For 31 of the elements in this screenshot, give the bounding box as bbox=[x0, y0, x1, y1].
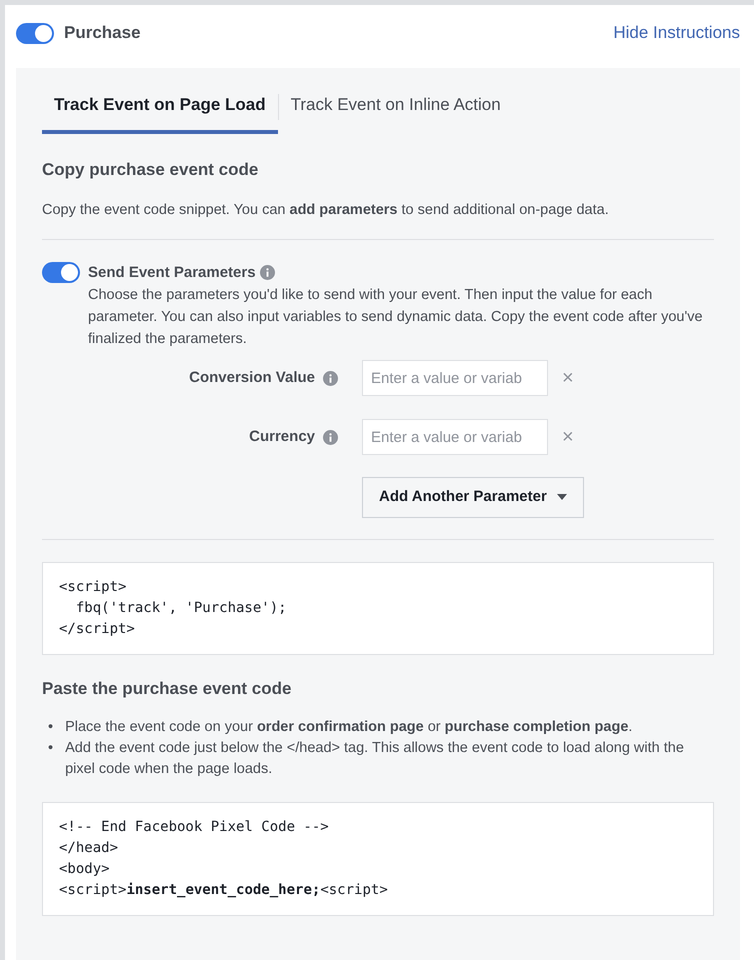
info-icon[interactable] bbox=[260, 265, 275, 280]
input-field[interactable]: Enter a value or variab bbox=[362, 419, 548, 456]
input-field[interactable]: Enter a value or variab bbox=[362, 360, 548, 396]
tab[interactable]: Track Event on Inline Action bbox=[278, 88, 513, 134]
code-line: fbq('track', 'Purchase'); bbox=[74, 598, 288, 618]
field-label: Conversion Value bbox=[189, 368, 315, 388]
tab[interactable]: Track Event on Page Load bbox=[42, 88, 278, 134]
code-line: <!-- End Facebook Pixel Code --> bbox=[59, 818, 330, 838]
add-parameter-button[interactable]: Add Another Parameter bbox=[362, 477, 584, 518]
caret-icon bbox=[556, 494, 567, 500]
hide-instructions-link[interactable]: Hide Instructions bbox=[613, 20, 740, 46]
code-line: <script>insert_event_code_here;<script> bbox=[59, 881, 389, 900]
toggle-switch[interactable] bbox=[42, 262, 80, 283]
section-heading: Paste the purchase event code bbox=[42, 678, 292, 700]
bullet-item: Place the event code on your order confirmation page or purchase completion page. bbox=[65, 718, 632, 738]
info-icon[interactable] bbox=[323, 430, 338, 445]
bullet-item: Add the event code just below the </head> tag. This allows the event code to load along with the pixel code when the page loads. bbox=[65, 739, 685, 780]
code-line: <body> bbox=[59, 860, 111, 880]
info-icon[interactable] bbox=[323, 370, 338, 386]
toggle-switch[interactable] bbox=[16, 22, 54, 44]
code-line: </script> bbox=[59, 620, 136, 639]
field-label: Currency bbox=[249, 426, 315, 447]
section-heading: Copy purchase event code bbox=[42, 160, 260, 180]
toggle-label: Purchase bbox=[64, 22, 141, 44]
bullet-marker: • bbox=[48, 739, 54, 758]
code-line: <script> bbox=[59, 578, 128, 597]
bullet-marker: • bbox=[48, 718, 54, 738]
parameters-title: Send Event Parameters bbox=[88, 262, 256, 283]
code-line: </head> bbox=[59, 839, 120, 858]
section-description: Copy the event code snippet. You can add parameters to send additional on-page data. bbox=[42, 200, 610, 220]
parameters-description: Choose the parameters you'd like to send with your event. Then input the value for each parameter. You can also input variables to send dynamic data. Copy the event code after you've finalized the parameters. bbox=[88, 286, 703, 350]
